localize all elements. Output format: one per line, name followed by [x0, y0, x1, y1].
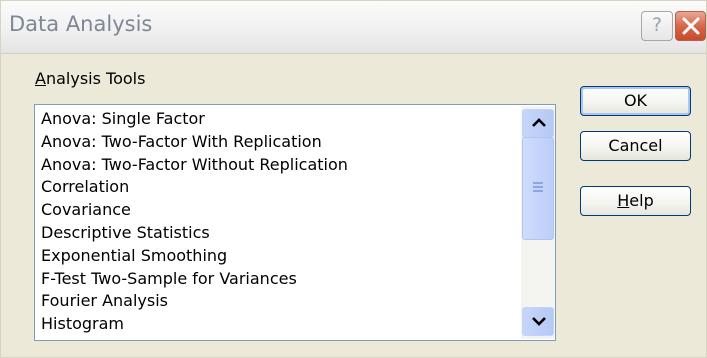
close-button[interactable] [675, 11, 706, 41]
scroll-thumb[interactable] [522, 137, 554, 240]
help-button-label: elp [629, 191, 654, 210]
grip-icon [533, 182, 543, 194]
title-bar[interactable]: Data Analysis ? [1, 1, 706, 54]
scroll-down-button[interactable] [522, 307, 554, 336]
chevron-down-icon [532, 317, 546, 326]
tool-items: Anova: Single Factor Anova: Two-Factor W… [41, 108, 348, 336]
list-item[interactable]: F-Test Two-Sample for Variances [41, 268, 348, 291]
data-analysis-dialog: Data Analysis ? Analysis Tools Anova: Si… [0, 0, 707, 358]
help-button[interactable]: Help [580, 186, 691, 216]
vertical-scrollbar[interactable] [521, 106, 555, 339]
chevron-up-icon [532, 118, 546, 127]
analysis-tools-label: Analysis Tools [35, 69, 145, 88]
list-item[interactable]: Fourier Analysis [41, 290, 348, 313]
question-icon: ? [651, 14, 663, 36]
list-item[interactable]: Anova: Single Factor [41, 108, 348, 131]
close-icon [682, 17, 700, 35]
ok-button[interactable]: OK [580, 86, 691, 116]
list-item[interactable]: Descriptive Statistics [41, 222, 348, 245]
dialog-title: Data Analysis [9, 12, 153, 36]
list-item[interactable]: Exponential Smoothing [41, 245, 348, 268]
cancel-button[interactable]: Cancel [580, 131, 691, 161]
list-item[interactable]: Anova: Two-Factor Without Replication [41, 154, 348, 177]
analysis-tools-list[interactable]: Anova: Single Factor Anova: Two-Factor W… [34, 104, 556, 341]
list-item[interactable]: Correlation [41, 176, 348, 199]
help-title-button[interactable]: ? [641, 11, 673, 41]
list-item[interactable]: Covariance [41, 199, 348, 222]
accelerator-letter: H [617, 191, 630, 210]
list-item[interactable]: Histogram [41, 313, 348, 336]
accelerator-letter: A [35, 69, 46, 88]
scroll-up-button[interactable] [522, 109, 554, 138]
label-text: nalysis Tools [45, 69, 146, 88]
list-item[interactable]: Anova: Two-Factor With Replication [41, 131, 348, 154]
